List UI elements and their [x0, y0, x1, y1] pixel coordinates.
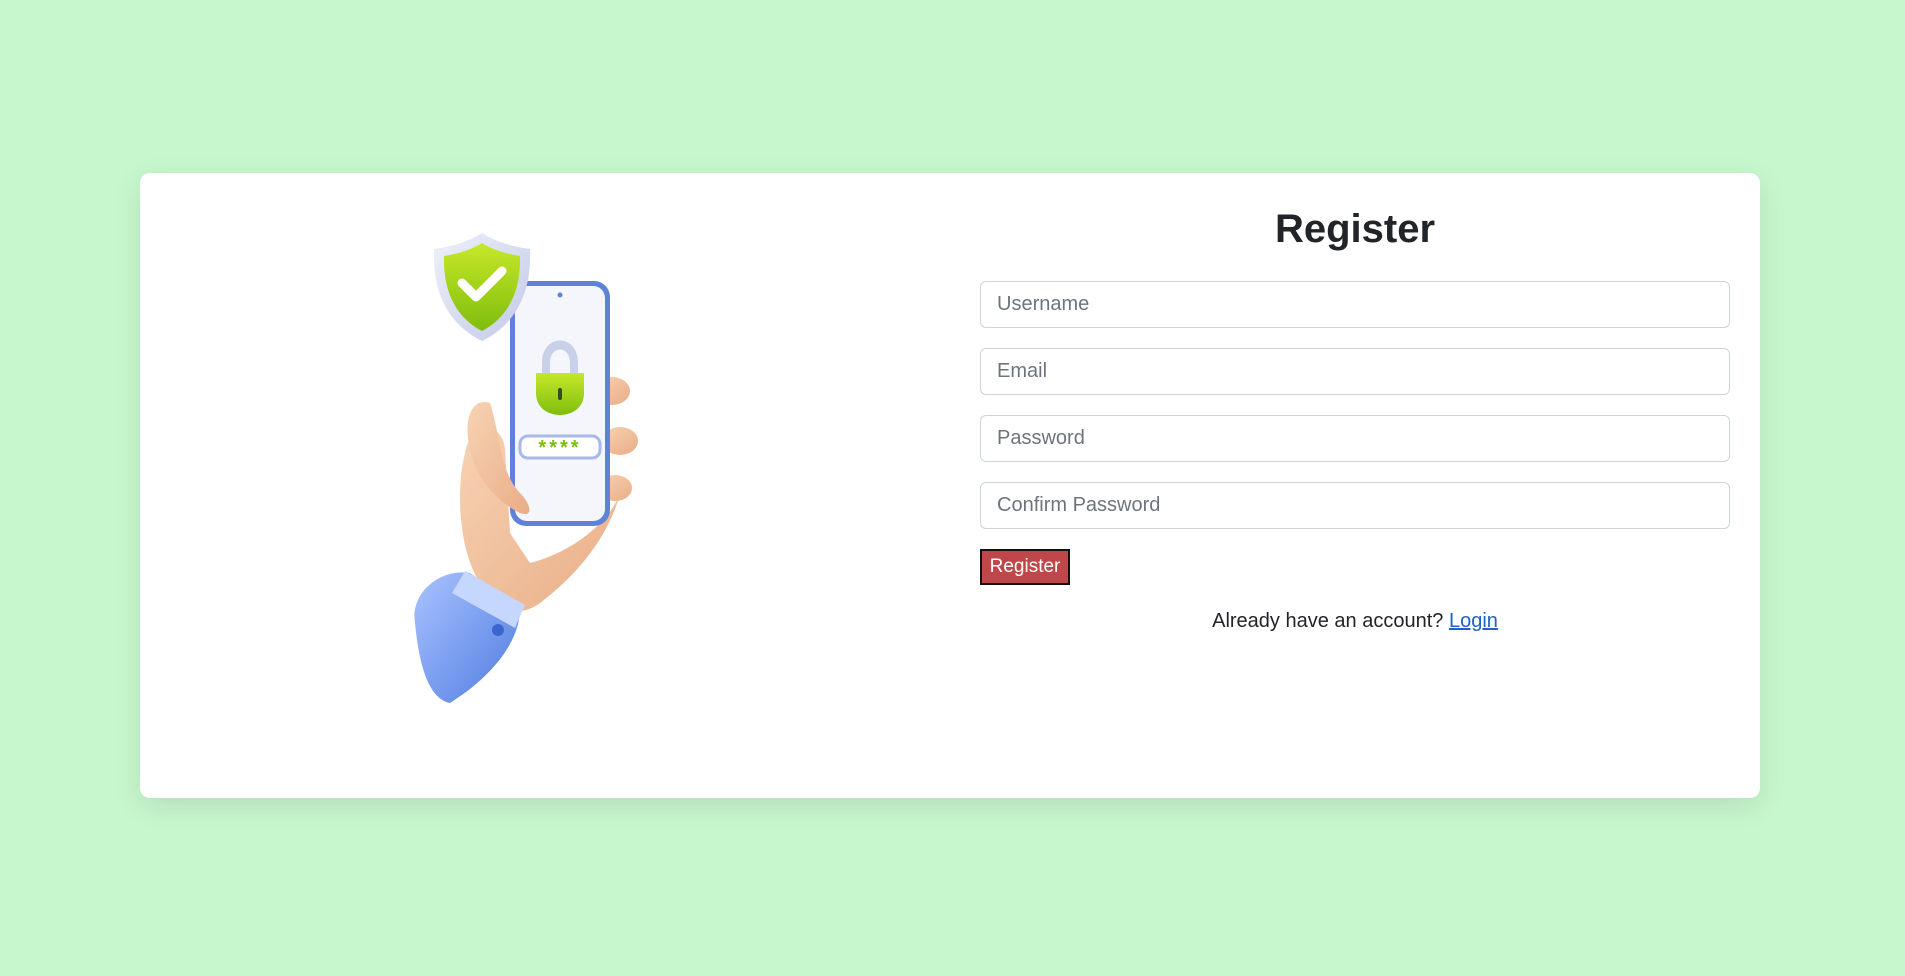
register-card: **** Register Register Already have an a…: [140, 173, 1760, 798]
login-prompt-row: Already have an account? Login: [980, 607, 1730, 635]
password-dots-icon: ****: [518, 434, 602, 460]
page-title: Register: [1274, 207, 1436, 251]
username-field[interactable]: [980, 281, 1730, 328]
email-field[interactable]: [980, 348, 1730, 395]
register-button[interactable]: Register: [980, 549, 1070, 585]
register-form: Register Register Already have an accoun…: [980, 173, 1730, 798]
svg-text:****: ****: [538, 437, 581, 459]
security-illustration: ****: [370, 233, 710, 733]
confirm-password-field[interactable]: [980, 482, 1730, 529]
hand-holding-phone-icon: ****: [414, 233, 638, 703]
password-field[interactable]: [980, 415, 1730, 462]
login-link[interactable]: Login: [1449, 610, 1498, 632]
login-prompt-text: Already have an account?: [1212, 610, 1444, 632]
